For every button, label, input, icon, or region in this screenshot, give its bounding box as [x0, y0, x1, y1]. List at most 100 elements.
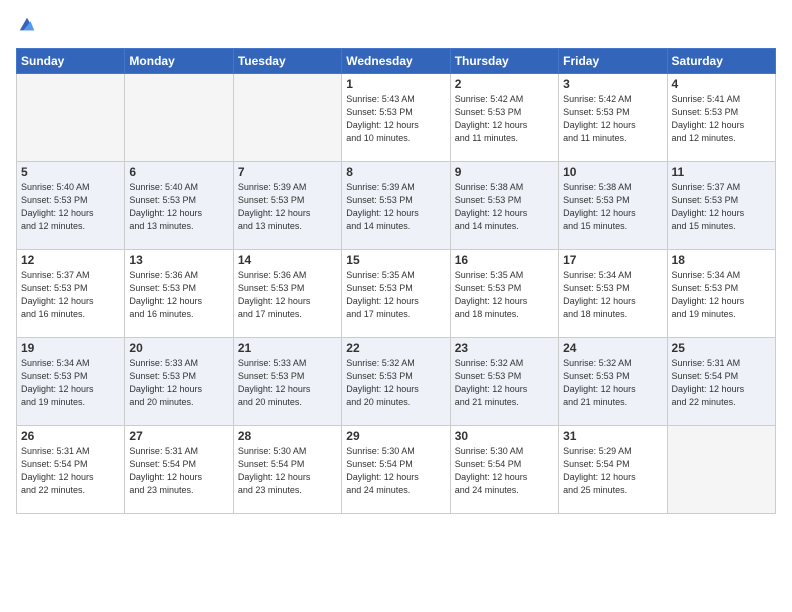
cell-info: Sunrise: 5:40 AM Sunset: 5:53 PM Dayligh…: [21, 181, 120, 233]
cell-info: Sunrise: 5:31 AM Sunset: 5:54 PM Dayligh…: [672, 357, 771, 409]
cell-info: Sunrise: 5:39 AM Sunset: 5:53 PM Dayligh…: [238, 181, 337, 233]
cell-day-number: 19: [21, 341, 120, 355]
calendar-cell: 27 Sunrise: 5:31 AM Sunset: 5:54 PM Dayli…: [125, 426, 233, 514]
calendar-cell: 21 Sunrise: 5:33 AM Sunset: 5:53 PM Dayli…: [233, 338, 341, 426]
cell-day-number: 4: [672, 77, 771, 91]
calendar-cell: 8 Sunrise: 5:39 AM Sunset: 5:53 PM Daylig…: [342, 162, 450, 250]
cell-day-number: 11: [672, 165, 771, 179]
calendar-cell: [233, 74, 341, 162]
cell-info: Sunrise: 5:35 AM Sunset: 5:53 PM Dayligh…: [346, 269, 445, 321]
calendar-cell: 30 Sunrise: 5:30 AM Sunset: 5:54 PM Dayli…: [450, 426, 558, 514]
cell-info: Sunrise: 5:34 AM Sunset: 5:53 PM Dayligh…: [672, 269, 771, 321]
cell-day-number: 16: [455, 253, 554, 267]
calendar-cell: [125, 74, 233, 162]
calendar-week-row: 12 Sunrise: 5:37 AM Sunset: 5:53 PM Dayli…: [17, 250, 776, 338]
cell-info: Sunrise: 5:32 AM Sunset: 5:53 PM Dayligh…: [346, 357, 445, 409]
cell-day-number: 2: [455, 77, 554, 91]
calendar-week-row: 19 Sunrise: 5:34 AM Sunset: 5:53 PM Dayli…: [17, 338, 776, 426]
cell-info: Sunrise: 5:30 AM Sunset: 5:54 PM Dayligh…: [455, 445, 554, 497]
cell-info: Sunrise: 5:37 AM Sunset: 5:53 PM Dayligh…: [21, 269, 120, 321]
cell-day-number: 5: [21, 165, 120, 179]
cell-day-number: 23: [455, 341, 554, 355]
calendar-cell: 23 Sunrise: 5:32 AM Sunset: 5:53 PM Dayli…: [450, 338, 558, 426]
cell-info: Sunrise: 5:43 AM Sunset: 5:53 PM Dayligh…: [346, 93, 445, 145]
cell-day-number: 29: [346, 429, 445, 443]
day-header-monday: Monday: [125, 49, 233, 74]
calendar-cell: 19 Sunrise: 5:34 AM Sunset: 5:53 PM Dayli…: [17, 338, 125, 426]
calendar-cell: 13 Sunrise: 5:36 AM Sunset: 5:53 PM Dayli…: [125, 250, 233, 338]
calendar-cell: 1 Sunrise: 5:43 AM Sunset: 5:53 PM Daylig…: [342, 74, 450, 162]
calendar-header-row: SundayMondayTuesdayWednesdayThursdayFrid…: [17, 49, 776, 74]
cell-info: Sunrise: 5:32 AM Sunset: 5:53 PM Dayligh…: [563, 357, 662, 409]
cell-day-number: 3: [563, 77, 662, 91]
cell-day-number: 28: [238, 429, 337, 443]
cell-day-number: 8: [346, 165, 445, 179]
cell-day-number: 17: [563, 253, 662, 267]
day-header-saturday: Saturday: [667, 49, 775, 74]
calendar-cell: 26 Sunrise: 5:31 AM Sunset: 5:54 PM Dayli…: [17, 426, 125, 514]
cell-info: Sunrise: 5:37 AM Sunset: 5:53 PM Dayligh…: [672, 181, 771, 233]
cell-day-number: 15: [346, 253, 445, 267]
calendar-cell: 6Sunrise: 5:40 AM Sunset: 5:53 PM Daylig…: [125, 162, 233, 250]
calendar-cell: 15 Sunrise: 5:35 AM Sunset: 5:53 PM Dayli…: [342, 250, 450, 338]
cell-info: Sunrise: 5:41 AM Sunset: 5:53 PM Dayligh…: [672, 93, 771, 145]
cell-day-number: 14: [238, 253, 337, 267]
cell-day-number: 25: [672, 341, 771, 355]
cell-info: Sunrise: 5:34 AM Sunset: 5:53 PM Dayligh…: [21, 357, 120, 409]
calendar-cell: 7Sunrise: 5:39 AM Sunset: 5:53 PM Daylig…: [233, 162, 341, 250]
cell-day-number: 26: [21, 429, 120, 443]
cell-info: Sunrise: 5:31 AM Sunset: 5:54 PM Dayligh…: [21, 445, 120, 497]
cell-day-number: 20: [129, 341, 228, 355]
cell-day-number: 10: [563, 165, 662, 179]
calendar-cell: 16 Sunrise: 5:35 AM Sunset: 5:53 PM Dayli…: [450, 250, 558, 338]
cell-info: Sunrise: 5:32 AM Sunset: 5:53 PM Dayligh…: [455, 357, 554, 409]
cell-day-number: 1: [346, 77, 445, 91]
calendar-cell: 22Sunrise: 5:32 AM Sunset: 5:53 PM Dayli…: [342, 338, 450, 426]
cell-info: Sunrise: 5:42 AM Sunset: 5:53 PM Dayligh…: [455, 93, 554, 145]
calendar-cell: 5 Sunrise: 5:40 AM Sunset: 5:53 PM Daylig…: [17, 162, 125, 250]
cell-day-number: 21: [238, 341, 337, 355]
cell-info: Sunrise: 5:29 AM Sunset: 5:54 PM Dayligh…: [563, 445, 662, 497]
cell-info: Sunrise: 5:33 AM Sunset: 5:53 PM Dayligh…: [238, 357, 337, 409]
cell-info: Sunrise: 5:38 AM Sunset: 5:53 PM Dayligh…: [455, 181, 554, 233]
calendar-cell: 12 Sunrise: 5:37 AM Sunset: 5:53 PM Dayli…: [17, 250, 125, 338]
page-header: [16, 16, 776, 38]
day-header-friday: Friday: [559, 49, 667, 74]
page-container: SundayMondayTuesdayWednesdayThursdayFrid…: [0, 0, 792, 524]
calendar-cell: 11 Sunrise: 5:37 AM Sunset: 5:53 PM Dayli…: [667, 162, 775, 250]
cell-day-number: 30: [455, 429, 554, 443]
cell-day-number: 6: [129, 165, 228, 179]
logo: [16, 16, 36, 38]
calendar-cell: 25 Sunrise: 5:31 AM Sunset: 5:54 PM Dayli…: [667, 338, 775, 426]
day-header-tuesday: Tuesday: [233, 49, 341, 74]
calendar-cell: 24 Sunrise: 5:32 AM Sunset: 5:53 PM Dayli…: [559, 338, 667, 426]
day-header-sunday: Sunday: [17, 49, 125, 74]
cell-info: Sunrise: 5:39 AM Sunset: 5:53 PM Dayligh…: [346, 181, 445, 233]
logo-icon: [18, 16, 36, 34]
calendar-cell: 9Sunrise: 5:38 AM Sunset: 5:53 PM Daylig…: [450, 162, 558, 250]
calendar-cell: [667, 426, 775, 514]
calendar-cell: [17, 74, 125, 162]
calendar-week-row: 5 Sunrise: 5:40 AM Sunset: 5:53 PM Daylig…: [17, 162, 776, 250]
cell-info: Sunrise: 5:35 AM Sunset: 5:53 PM Dayligh…: [455, 269, 554, 321]
cell-info: Sunrise: 5:36 AM Sunset: 5:53 PM Dayligh…: [238, 269, 337, 321]
cell-day-number: 13: [129, 253, 228, 267]
cell-info: Sunrise: 5:31 AM Sunset: 5:54 PM Dayligh…: [129, 445, 228, 497]
day-header-thursday: Thursday: [450, 49, 558, 74]
cell-day-number: 24: [563, 341, 662, 355]
calendar-cell: 31 Sunrise: 5:29 AM Sunset: 5:54 PM Dayli…: [559, 426, 667, 514]
calendar-cell: 14 Sunrise: 5:36 AM Sunset: 5:53 PM Dayli…: [233, 250, 341, 338]
calendar-cell: 10Sunrise: 5:38 AM Sunset: 5:53 PM Dayli…: [559, 162, 667, 250]
calendar-cell: 28 Sunrise: 5:30 AM Sunset: 5:54 PM Dayli…: [233, 426, 341, 514]
cell-info: Sunrise: 5:30 AM Sunset: 5:54 PM Dayligh…: [238, 445, 337, 497]
cell-info: Sunrise: 5:33 AM Sunset: 5:53 PM Dayligh…: [129, 357, 228, 409]
calendar-cell: 18Sunrise: 5:34 AM Sunset: 5:53 PM Dayli…: [667, 250, 775, 338]
cell-day-number: 12: [21, 253, 120, 267]
calendar-cell: 4 Sunrise: 5:41 AM Sunset: 5:53 PM Daylig…: [667, 74, 775, 162]
cell-day-number: 27: [129, 429, 228, 443]
cell-info: Sunrise: 5:42 AM Sunset: 5:53 PM Dayligh…: [563, 93, 662, 145]
calendar-cell: 2 Sunrise: 5:42 AM Sunset: 5:53 PM Daylig…: [450, 74, 558, 162]
calendar-cell: 17Sunrise: 5:34 AM Sunset: 5:53 PM Dayli…: [559, 250, 667, 338]
cell-day-number: 31: [563, 429, 662, 443]
cell-info: Sunrise: 5:36 AM Sunset: 5:53 PM Dayligh…: [129, 269, 228, 321]
